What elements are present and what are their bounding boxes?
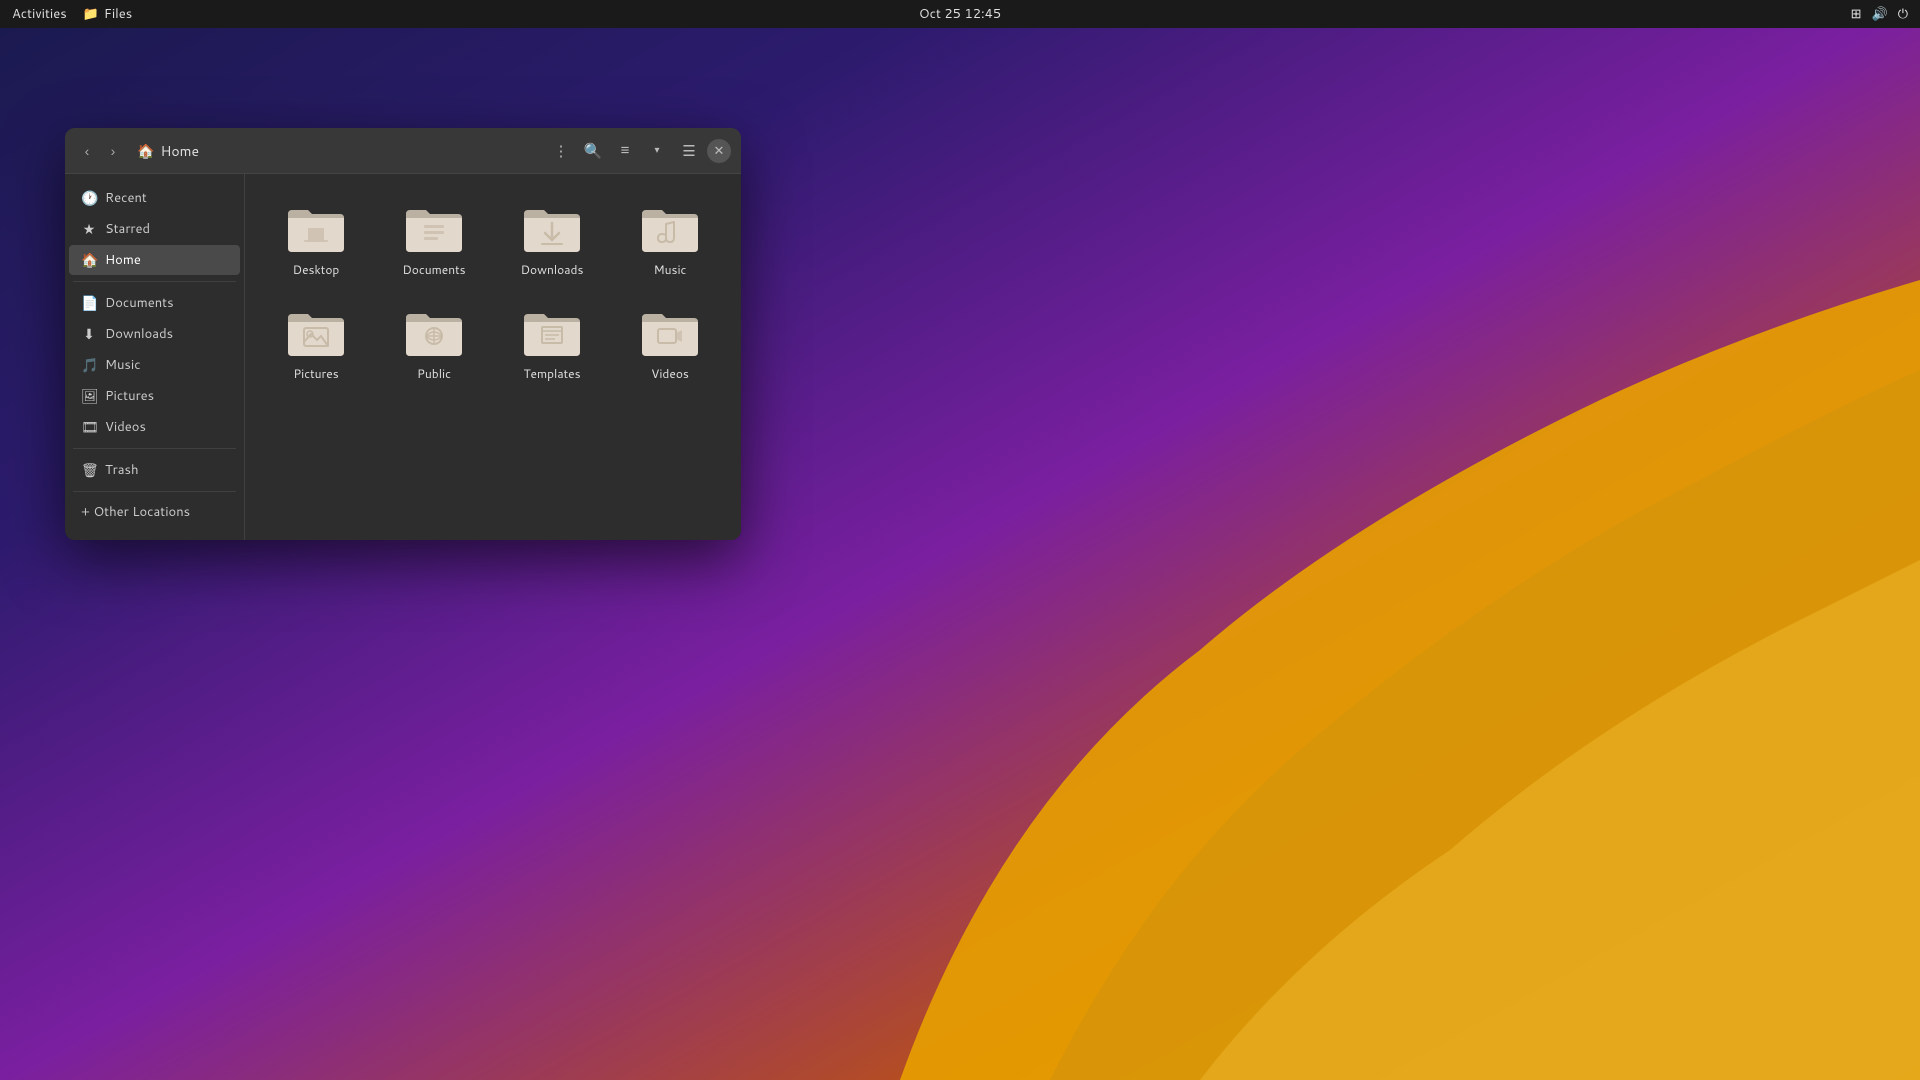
window-title-area: 🏠 Home	[131, 141, 541, 161]
public-label: Public	[417, 366, 451, 382]
sidebar-item-music-label: Music	[105, 356, 141, 374]
trash-icon: 🗑	[81, 460, 97, 480]
sidebar-item-videos[interactable]: 🎞 Videos	[69, 412, 240, 442]
navigation-buttons: ‹ ›	[75, 139, 125, 163]
sidebar-item-documents-label: Documents	[105, 294, 174, 312]
file-item-videos[interactable]: Videos	[615, 294, 725, 390]
back-button[interactable]: ‹	[75, 139, 99, 163]
desktop-folder-icon	[284, 200, 348, 256]
music-icon: 🎵	[81, 355, 97, 375]
downloads-icon: ⬇	[81, 324, 97, 344]
titlebar-actions: ⋮ 🔍 ≡ ▾ ☰ ✕	[547, 137, 731, 165]
power-icon[interactable]: ⏻	[1898, 5, 1908, 23]
list-view-button[interactable]: ≡	[611, 137, 639, 165]
music-folder-icon	[638, 200, 702, 256]
downloads-folder-icon	[520, 200, 584, 256]
hamburger-menu-button[interactable]: ☰	[675, 137, 703, 165]
topbar-left: Activities 📁 Files	[12, 5, 132, 23]
documents-label: Documents	[402, 262, 465, 278]
sidebar-item-downloads-label: Downloads	[105, 325, 173, 343]
file-item-documents[interactable]: Documents	[379, 190, 489, 286]
sidebar-other-locations[interactable]: + Other Locations	[69, 498, 240, 526]
sidebar-item-pictures[interactable]: 🖼 Pictures	[69, 381, 240, 411]
home-nav-icon: 🏠	[81, 250, 97, 270]
sound-icon[interactable]: 🔊	[1872, 5, 1888, 23]
sidebar-item-videos-label: Videos	[105, 418, 146, 436]
templates-folder-icon	[520, 304, 584, 360]
public-folder-icon	[402, 304, 466, 360]
app-menu-button[interactable]: 📁 Files	[83, 5, 132, 23]
file-item-music[interactable]: Music	[615, 190, 725, 286]
recent-icon: 🕐	[81, 188, 97, 208]
file-item-public[interactable]: Public	[379, 294, 489, 390]
pictures-label: Pictures	[293, 366, 338, 382]
music-label: Music	[654, 262, 687, 278]
sidebar-item-starred-label: Starred	[105, 220, 150, 238]
content-area: 🕐 Recent ★ Starred 🏠 Home 📄 Documents ⬇ …	[65, 174, 741, 540]
sidebar-item-music[interactable]: 🎵 Music	[69, 350, 240, 380]
sidebar-separator-3	[73, 491, 236, 492]
file-grid: Desktop Documents	[245, 174, 741, 540]
pictures-folder-icon	[284, 304, 348, 360]
topbar: Activities 📁 Files Oct 25 12:45 ⊞ 🔊 ⏻	[0, 0, 1920, 28]
menu-button[interactable]: ⋮	[547, 137, 575, 165]
sidebar-item-trash-label: Trash	[105, 461, 139, 479]
sidebar-item-trash[interactable]: 🗑 Trash	[69, 455, 240, 485]
downloads-label: Downloads	[521, 262, 584, 278]
file-item-templates[interactable]: Templates	[497, 294, 607, 390]
topbar-datetime: Oct 25 12:45	[919, 5, 1001, 23]
window-title: Home	[160, 141, 199, 161]
videos-icon: 🎞	[81, 417, 97, 437]
files-app-label: Files	[104, 5, 132, 23]
forward-button[interactable]: ›	[101, 139, 125, 163]
sidebar-item-documents[interactable]: 📄 Documents	[69, 288, 240, 318]
starred-icon: ★	[81, 219, 97, 239]
videos-folder-icon	[638, 304, 702, 360]
documents-icon: 📄	[81, 293, 97, 313]
home-icon: 🏠	[137, 141, 154, 161]
search-button[interactable]: 🔍	[579, 137, 607, 165]
videos-label: Videos	[651, 366, 689, 382]
files-app-icon: 📁	[83, 5, 99, 23]
titlebar: ‹ › 🏠 Home ⋮ 🔍 ≡ ▾ ☰ ✕	[65, 128, 741, 174]
sidebar-separator-1	[73, 281, 236, 282]
file-manager-window: ‹ › 🏠 Home ⋮ 🔍 ≡ ▾ ☰ ✕ 🕐 Recent ★ Starre…	[65, 128, 741, 540]
sidebar-item-starred[interactable]: ★ Starred	[69, 214, 240, 244]
sidebar-item-home[interactable]: 🏠 Home	[69, 245, 240, 275]
file-item-downloads[interactable]: Downloads	[497, 190, 607, 286]
desktop-label: Desktop	[293, 262, 340, 278]
sidebar-item-recent-label: Recent	[105, 189, 147, 207]
sidebar-item-downloads[interactable]: ⬇ Downloads	[69, 319, 240, 349]
sidebar-item-recent[interactable]: 🕐 Recent	[69, 183, 240, 213]
sidebar-item-pictures-label: Pictures	[105, 387, 154, 405]
activities-button[interactable]: Activities	[12, 5, 67, 23]
sidebar-item-home-label: Home	[105, 251, 141, 269]
documents-folder-icon	[402, 200, 466, 256]
sidebar: 🕐 Recent ★ Starred 🏠 Home 📄 Documents ⬇ …	[65, 174, 245, 540]
pictures-icon: 🖼	[81, 386, 97, 406]
templates-label: Templates	[523, 366, 580, 382]
file-item-pictures[interactable]: Pictures	[261, 294, 371, 390]
sidebar-separator-2	[73, 448, 236, 449]
network-icon[interactable]: ⊞	[1851, 5, 1862, 23]
topbar-right: ⊞ 🔊 ⏻	[1851, 5, 1908, 23]
other-locations-label: + Other Locations	[81, 503, 190, 521]
file-item-desktop[interactable]: Desktop	[261, 190, 371, 286]
close-button[interactable]: ✕	[707, 139, 731, 163]
view-dropdown-button[interactable]: ▾	[643, 137, 671, 165]
